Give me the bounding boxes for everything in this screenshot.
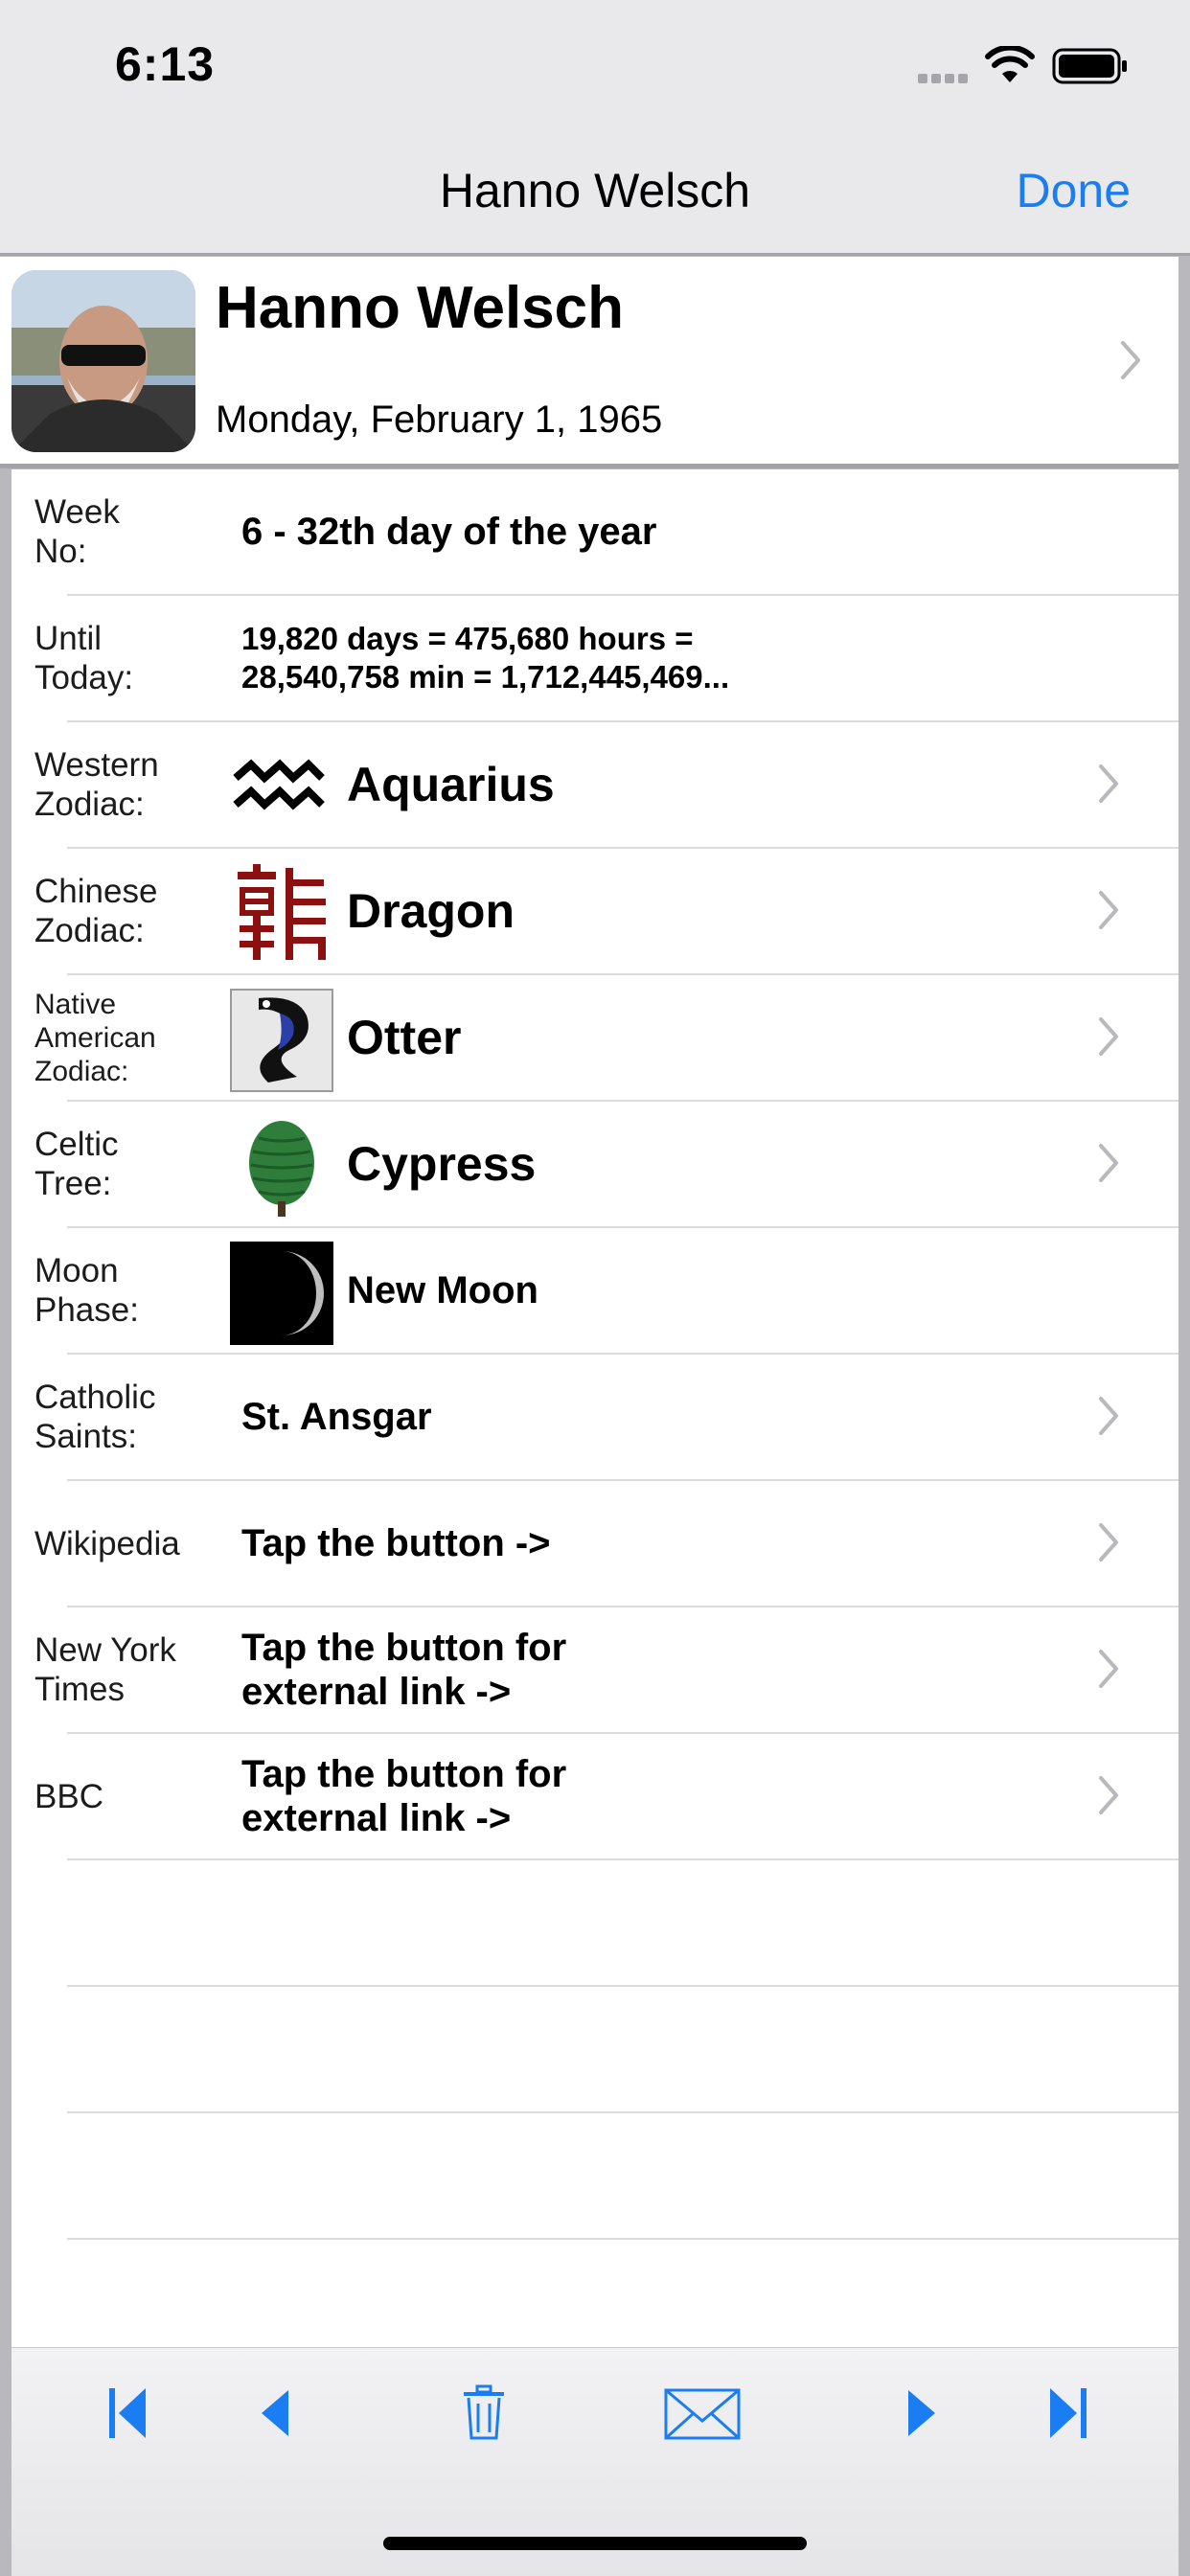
row-value: Dragon bbox=[347, 884, 515, 938]
moon-phase-icon bbox=[230, 1242, 333, 1345]
chevron-right-icon bbox=[1099, 1144, 1118, 1182]
chevron-right-icon bbox=[1099, 1523, 1118, 1562]
home-indicator[interactable] bbox=[383, 2537, 807, 2550]
avatar bbox=[11, 270, 195, 452]
chevron-right-icon bbox=[1099, 764, 1118, 803]
row-label: Moon Phase: bbox=[34, 1252, 139, 1329]
wifi-icon bbox=[985, 46, 1035, 82]
row-value: Cypress bbox=[347, 1137, 537, 1191]
row-value: 19,820 days = 475,680 hours = 28,540,758 … bbox=[241, 621, 730, 695]
chevron-right-icon bbox=[1121, 341, 1140, 379]
first-record-icon[interactable] bbox=[105, 2384, 151, 2442]
row-label: Western Zodiac: bbox=[34, 746, 159, 823]
row-week-no: Week No: 6 - 32th day of the year bbox=[11, 469, 1179, 596]
row-western-zodiac[interactable]: Western Zodiac: Aquarius bbox=[11, 722, 1179, 849]
empty-row bbox=[11, 2113, 1179, 2240]
cypress-tree-icon bbox=[249, 1121, 314, 1217]
row-value: Aquarius bbox=[347, 758, 555, 811]
row-value: New Moon bbox=[347, 1269, 538, 1311]
row-label: Catholic Saints: bbox=[34, 1379, 156, 1455]
navigation-bar: Hanno Welsch Done bbox=[0, 134, 1190, 256]
empty-row bbox=[11, 1987, 1179, 2113]
row-bbc[interactable]: BBC Tap the button for external link -> bbox=[11, 1734, 1179, 1860]
row-label: Chinese Zodiac: bbox=[34, 873, 158, 949]
mail-icon[interactable] bbox=[663, 2384, 742, 2442]
row-new-york-times[interactable]: New York Times Tap the button for external… bbox=[11, 1607, 1179, 1734]
row-label: Until Today: bbox=[34, 620, 134, 696]
row-label: Wikipedia bbox=[34, 1524, 180, 1562]
row-label: BBC bbox=[34, 1777, 103, 1815]
row-catholic-saints[interactable]: Catholic Saints: St. Ansgar bbox=[11, 1355, 1179, 1481]
dragon-icon bbox=[238, 864, 326, 960]
chevron-right-icon bbox=[1099, 1776, 1118, 1814]
next-record-icon[interactable] bbox=[903, 2384, 941, 2442]
row-value: 6 - 32th day of the year bbox=[241, 511, 657, 553]
chevron-right-icon bbox=[1099, 891, 1118, 929]
row-value: Tap the button for external link -> bbox=[241, 1753, 567, 1839]
row-moon-phase: Moon Phase: New Moon bbox=[11, 1228, 1179, 1355]
chevron-right-icon bbox=[1099, 1650, 1118, 1688]
last-record-icon[interactable] bbox=[1044, 2384, 1090, 2442]
row-celtic-tree[interactable]: Celtic Tree: Cypress bbox=[11, 1102, 1179, 1228]
status-bar: 6:13 bbox=[0, 0, 1190, 134]
person-header[interactable]: Hanno Welsch Monday, February 1, 1965 bbox=[0, 257, 1179, 468]
info-table: Week No: 6 - 32th day of the year Until To… bbox=[11, 469, 1179, 2349]
done-button[interactable]: Done bbox=[1016, 163, 1131, 218]
row-chinese-zodiac[interactable]: Chinese Zodiac: Dragon bbox=[11, 849, 1179, 975]
person-name: Hanno Welsch bbox=[216, 275, 625, 341]
chevron-right-icon bbox=[1099, 1397, 1118, 1435]
otter-icon bbox=[230, 989, 333, 1092]
row-value: Otter bbox=[347, 1011, 462, 1064]
row-until-today: Until Today: 19,820 days = 475,680 hours … bbox=[11, 596, 1179, 722]
status-time: 6:13 bbox=[115, 37, 216, 91]
row-divider bbox=[67, 2238, 1179, 2240]
row-label: New York Times bbox=[34, 1631, 176, 1708]
cellular-signal-icon bbox=[918, 71, 972, 88]
row-label: Celtic Tree: bbox=[34, 1126, 119, 1202]
row-value: Tap the button -> bbox=[241, 1522, 551, 1564]
row-native-american-zodiac[interactable]: Native American Zodiac: Otter bbox=[11, 975, 1179, 1102]
empty-row bbox=[11, 1860, 1179, 1987]
aquarius-icon bbox=[233, 759, 325, 810]
row-value: St. Ansgar bbox=[241, 1396, 432, 1438]
row-label: Week No: bbox=[34, 493, 120, 570]
nav-title: Hanno Welsch bbox=[439, 164, 751, 217]
previous-record-icon[interactable] bbox=[256, 2384, 294, 2442]
battery-icon bbox=[1052, 48, 1127, 84]
trash-icon[interactable] bbox=[462, 2384, 506, 2442]
chevron-right-icon bbox=[1099, 1017, 1118, 1056]
row-label: Native American Zodiac: bbox=[34, 988, 156, 1087]
row-wikipedia[interactable]: Wikipedia Tap the button -> bbox=[11, 1481, 1179, 1607]
birth-date: Monday, February 1, 1965 bbox=[216, 399, 663, 441]
row-value: Tap the button for external link -> bbox=[241, 1627, 567, 1713]
